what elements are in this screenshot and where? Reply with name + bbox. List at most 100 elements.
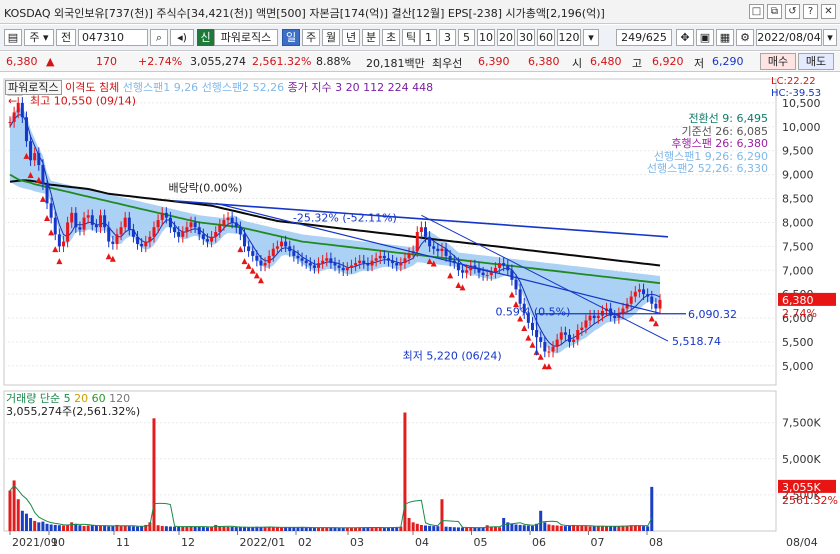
candle-body xyxy=(514,279,518,290)
volume-bar xyxy=(469,527,473,531)
candle-body xyxy=(370,260,374,266)
price-tick-label: 9,500 xyxy=(782,145,814,158)
restore-icon[interactable]: □ xyxy=(749,4,764,19)
bar-count-field[interactable]: 249/625 xyxy=(616,29,672,46)
candle-body xyxy=(399,263,403,266)
candle-body xyxy=(395,263,399,266)
price-tick-label: 8,500 xyxy=(782,193,814,206)
candle-body xyxy=(415,232,419,252)
volume-bar xyxy=(152,418,156,531)
interval-120-button[interactable]: 120 xyxy=(557,29,581,46)
candle-body xyxy=(518,289,522,304)
period-month-tab[interactable]: 월 xyxy=(322,29,340,46)
candle-body xyxy=(136,236,140,244)
interval-30-button[interactable]: 30 xyxy=(517,29,535,46)
volume-value-label: 3,055,274주(2,561.32%) xyxy=(6,405,141,418)
print-icon[interactable]: ▦ xyxy=(716,29,734,46)
candle-body xyxy=(444,248,448,256)
volume-bar xyxy=(230,526,234,531)
save-icon[interactable]: ▣ xyxy=(696,29,714,46)
legend-close-index: 종가 지수 3 20 112 224 448 xyxy=(287,81,434,94)
interval-3-button[interactable]: 3 xyxy=(439,29,456,46)
period-week-tab[interactable]: 주 xyxy=(302,29,320,46)
volume-bar xyxy=(510,523,514,531)
candle-body xyxy=(637,289,641,292)
period-second-tab[interactable]: 초 xyxy=(382,29,400,46)
volume-bar xyxy=(140,526,144,531)
market-select[interactable]: 전 xyxy=(56,29,76,46)
candle-body xyxy=(312,265,316,268)
gear-icon[interactable]: ⚙ xyxy=(736,29,754,46)
candle-body xyxy=(300,258,304,261)
volume-bar xyxy=(86,525,90,531)
candle-body xyxy=(140,243,144,247)
stock-mode-select[interactable]: 주 ▾ xyxy=(24,29,54,46)
volume-bar xyxy=(70,522,74,531)
candle-body xyxy=(349,265,353,268)
buy-button[interactable]: 매수 xyxy=(760,53,796,70)
interval-5-button[interactable]: 5 xyxy=(458,29,475,46)
current-price: 6,380 xyxy=(6,55,38,68)
ichimoku-lagging: 후행스팬 26: 6,380 xyxy=(671,137,768,150)
period-tick-tab[interactable]: 틱 xyxy=(402,29,420,46)
close-icon[interactable]: ✕ xyxy=(821,4,836,19)
interval-60-button[interactable]: 60 xyxy=(537,29,555,46)
volume-bar xyxy=(633,525,637,531)
interval-1-button[interactable]: 1 xyxy=(420,29,437,46)
candle-body xyxy=(440,248,444,252)
volume-bar xyxy=(271,527,275,531)
candle-body xyxy=(189,222,193,228)
sell-button[interactable]: 매도 xyxy=(798,53,834,70)
volume-bar xyxy=(522,525,526,531)
best-bid: 6,380 xyxy=(528,55,560,68)
period-year-tab[interactable]: 년 xyxy=(342,29,360,46)
candle-body xyxy=(280,241,284,247)
interval-10-button[interactable]: 10 xyxy=(477,29,495,46)
interval-20-button[interactable]: 20 xyxy=(497,29,515,46)
x-axis-tick-label: 03 xyxy=(350,536,364,549)
calendar-icon[interactable]: ▾ xyxy=(823,29,837,46)
stock-code-input[interactable]: 047310 xyxy=(78,29,148,46)
zoom-icon[interactable]: ✥ xyxy=(676,29,694,46)
legend-stock-name[interactable]: 파워로직스 xyxy=(5,80,62,95)
candle-body xyxy=(193,222,197,228)
candle-body xyxy=(177,232,181,237)
candle-body xyxy=(510,270,514,280)
high-arrow-icon: ← xyxy=(8,95,17,108)
x-axis-tick-label: 02 xyxy=(298,536,312,549)
period-day-tab[interactable]: 일 xyxy=(282,29,300,46)
volume-bar xyxy=(82,525,86,531)
volume-bar xyxy=(498,527,502,531)
interval-dropdown-icon[interactable]: ▾ xyxy=(583,29,599,46)
volume-value: 3,055,274 xyxy=(190,55,246,68)
volume-bar xyxy=(284,527,288,531)
price-tick-label: 8,000 xyxy=(782,216,814,229)
candle-body xyxy=(66,222,70,242)
sound-icon[interactable]: ◂) xyxy=(170,29,194,46)
date-field[interactable]: 2022/08/04 xyxy=(756,29,822,46)
volume-bar xyxy=(547,524,551,531)
help-icon[interactable]: ? xyxy=(803,4,818,19)
volume-bar xyxy=(123,525,127,531)
search-icon[interactable]: ⌕ xyxy=(150,29,168,46)
x-axis-tick-label: 12 xyxy=(181,536,195,549)
candle-body xyxy=(205,239,209,242)
candle-body xyxy=(378,255,382,259)
candle-body xyxy=(111,241,115,244)
best-quote-label: 최우선 xyxy=(432,57,463,70)
refresh-icon[interactable]: ↺ xyxy=(785,4,800,19)
candle-body xyxy=(374,258,378,261)
candle-body xyxy=(584,320,588,328)
ichimoku-span2: 선행스팬2 52,26: 6,330 xyxy=(646,162,768,175)
candle-body xyxy=(271,248,275,256)
period-minute-tab[interactable]: 분 xyxy=(362,29,380,46)
volume-bar xyxy=(29,518,33,531)
candle-body xyxy=(61,241,65,247)
chart-menu-icon[interactable]: ▤ xyxy=(4,29,22,46)
volume-bar xyxy=(33,520,37,531)
tile-icon[interactable]: ⧉ xyxy=(767,4,782,19)
new-badge[interactable]: 신 xyxy=(197,29,214,46)
candle-body xyxy=(107,227,111,242)
volume-bar xyxy=(605,526,609,531)
x-axis-tick-label: 10 xyxy=(51,536,65,549)
